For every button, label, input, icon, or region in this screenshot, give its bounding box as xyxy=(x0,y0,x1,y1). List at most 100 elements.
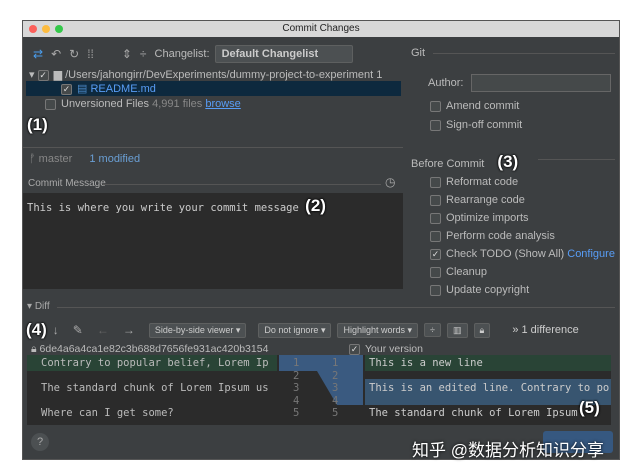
ignore-select[interactable]: Do not ignore ▾ xyxy=(258,322,332,338)
file-checkbox[interactable]: ✓ xyxy=(61,83,72,95)
left-line-number: 3 xyxy=(293,382,300,394)
commit-message-text: This is where you write your commit mess… xyxy=(27,202,299,214)
option-label: Update copyright xyxy=(446,284,530,296)
right-line-number: 1 xyxy=(332,357,339,369)
next-diff-icon[interactable]: ↓ xyxy=(53,323,59,337)
before-commit-option[interactable]: Reformat code xyxy=(430,176,518,188)
help-button[interactable]: ? xyxy=(31,433,49,451)
diff-section-title[interactable]: ▾ Diff xyxy=(27,301,50,312)
author-input[interactable] xyxy=(471,74,611,92)
title-bar: Commit Changes xyxy=(23,21,619,37)
viewer-select[interactable]: Side-by-side viewer ▾ xyxy=(148,322,247,338)
edit-icon[interactable]: ✎ xyxy=(73,323,83,337)
option-label: Reformat code xyxy=(446,176,519,188)
before-commit-option[interactable]: Perform code analysis xyxy=(430,230,555,242)
before-commit-option[interactable]: Cleanup xyxy=(430,266,487,278)
rollback-icon[interactable]: ↶ xyxy=(51,47,61,61)
right-line-number: 4 xyxy=(332,394,339,407)
checkbox[interactable] xyxy=(430,230,441,242)
root-count: 1 xyxy=(376,69,383,81)
before-commit-option[interactable]: ✓ Check TODO (Show All) Configure xyxy=(430,248,615,260)
file-row[interactable]: ✓ ▤ README.md xyxy=(26,81,401,96)
amend-label: Amend commit xyxy=(446,100,520,112)
expand-arrow-icon[interactable]: ▾ xyxy=(29,69,35,81)
annotation-2: (2) xyxy=(305,196,326,215)
watermark: 知乎 @数据分析知识分享 xyxy=(412,441,604,460)
changelist-select[interactable]: Default Changelist xyxy=(214,45,353,63)
checkbox[interactable] xyxy=(430,266,441,278)
configure-link[interactable]: Configure xyxy=(567,248,615,260)
signoff-commit-checkbox[interactable]: Sign-off commit xyxy=(430,119,522,131)
option-label: Cleanup xyxy=(446,266,487,278)
left-line: Where can I get some? xyxy=(41,407,174,419)
zoom-button[interactable] xyxy=(55,25,63,33)
left-line: The standard chunk of Lorem Ipsum us xyxy=(41,382,269,394)
unversioned-row[interactable]: Unversioned Files 4,991 files browse xyxy=(45,98,241,110)
before-commit-option[interactable]: Optimize imports xyxy=(430,212,529,224)
commit-dialog: Commit Changes ⇄ ↶ ↻ ⁞⁞ ⇕ ÷ Changelist: … xyxy=(22,20,620,460)
folder-icon: ▆ xyxy=(53,69,63,81)
left-line-number: 2 xyxy=(293,369,300,382)
browse-link[interactable]: browse xyxy=(205,98,240,110)
before-commit-option[interactable]: Rearrange code xyxy=(430,194,525,206)
changelist-value: Default Changelist xyxy=(221,48,319,60)
tree-root[interactable]: ▾ ✓ ▆ /Users/jahongirr/DevExperiments/dum… xyxy=(29,68,382,81)
refresh-icon[interactable]: ↻ xyxy=(69,47,79,61)
sync-scroll-icon[interactable]: ▥ xyxy=(447,322,468,338)
minimize-button[interactable] xyxy=(42,25,50,33)
root-path: /Users/jahongirr/DevExperiments/dummy-pr… xyxy=(65,69,374,81)
annotation-4: (4) xyxy=(26,320,47,339)
right-line: The standard chunk of Lorem Ipsum xyxy=(369,407,578,419)
amend-commit-checkbox[interactable]: Amend commit xyxy=(430,100,519,112)
history-clock-icon[interactable]: ◷ xyxy=(385,175,395,189)
expand-all-icon[interactable]: ⇕ xyxy=(122,47,132,61)
annotation-1: (1) xyxy=(27,115,48,134)
branch-icon: ᚡ xyxy=(29,153,36,165)
highlight-select[interactable]: Highlight words ▾ xyxy=(337,322,419,338)
checkbox[interactable] xyxy=(430,284,441,296)
checkbox[interactable] xyxy=(430,194,441,206)
right-line-number: 5 xyxy=(332,407,339,419)
window-title: Commit Changes xyxy=(282,23,360,34)
commit-message-label: Commit Message xyxy=(28,178,106,189)
option-label: Optimize imports xyxy=(446,212,529,224)
difference-count: » 1 difference xyxy=(512,324,579,336)
commit-message-input[interactable]: This is where you write your commit mess… xyxy=(23,193,403,289)
signoff-label: Sign-off commit xyxy=(446,119,523,131)
group-icon[interactable]: ⁞⁞ xyxy=(87,47,94,61)
unversioned-label: Unversioned Files xyxy=(61,98,150,110)
lock-icon[interactable]: 🔒︎ xyxy=(473,322,491,338)
left-line-number: 5 xyxy=(293,407,300,419)
author-label: Author: xyxy=(428,77,464,89)
option-label: Rearrange code xyxy=(446,194,525,206)
unversioned-count: 4,991 files xyxy=(152,98,203,110)
checkbox[interactable] xyxy=(430,212,441,224)
branch-name: master xyxy=(38,153,73,165)
option-label: Perform code analysis xyxy=(446,230,555,242)
checkbox[interactable]: ✓ xyxy=(430,248,441,260)
close-button[interactable] xyxy=(29,25,37,33)
collapse-all-icon[interactable]: ÷ xyxy=(140,47,147,61)
annotation-3: (3) xyxy=(497,152,519,171)
checkbox[interactable] xyxy=(430,176,441,188)
unversioned-checkbox[interactable] xyxy=(45,98,56,110)
before-commit-option[interactable]: Update copyright xyxy=(430,284,529,296)
back-arrow-icon[interactable]: ← xyxy=(97,323,109,337)
file-name: README.md xyxy=(90,83,156,95)
right-line-number: 2 xyxy=(332,369,339,382)
right-line: This is a new line xyxy=(369,357,483,369)
root-checkbox[interactable]: ✓ xyxy=(37,69,49,81)
markdown-file-icon: ▤ xyxy=(77,83,88,95)
left-line-number: 4 xyxy=(293,394,300,407)
right-line-number: 3 xyxy=(332,382,339,394)
left-line: Contrary to popular belief, Lorem Ip xyxy=(41,357,269,369)
right-header: ✓ Your version xyxy=(349,343,423,355)
forward-arrow-icon[interactable]: → xyxy=(123,323,135,337)
annotation-5: (5) xyxy=(579,398,600,417)
modified-count[interactable]: 1 modified xyxy=(89,153,140,165)
move-icon[interactable]: ⇄ xyxy=(33,47,43,61)
left-line-number: 1 xyxy=(293,357,300,369)
diff-viewer[interactable]: Contrary to popular belief, Lorem Ip 1 1… xyxy=(27,355,611,425)
right-line: This is an edited line. Contrary to po xyxy=(369,382,610,394)
collapse-unchanged-icon[interactable]: ÷ xyxy=(424,323,441,337)
